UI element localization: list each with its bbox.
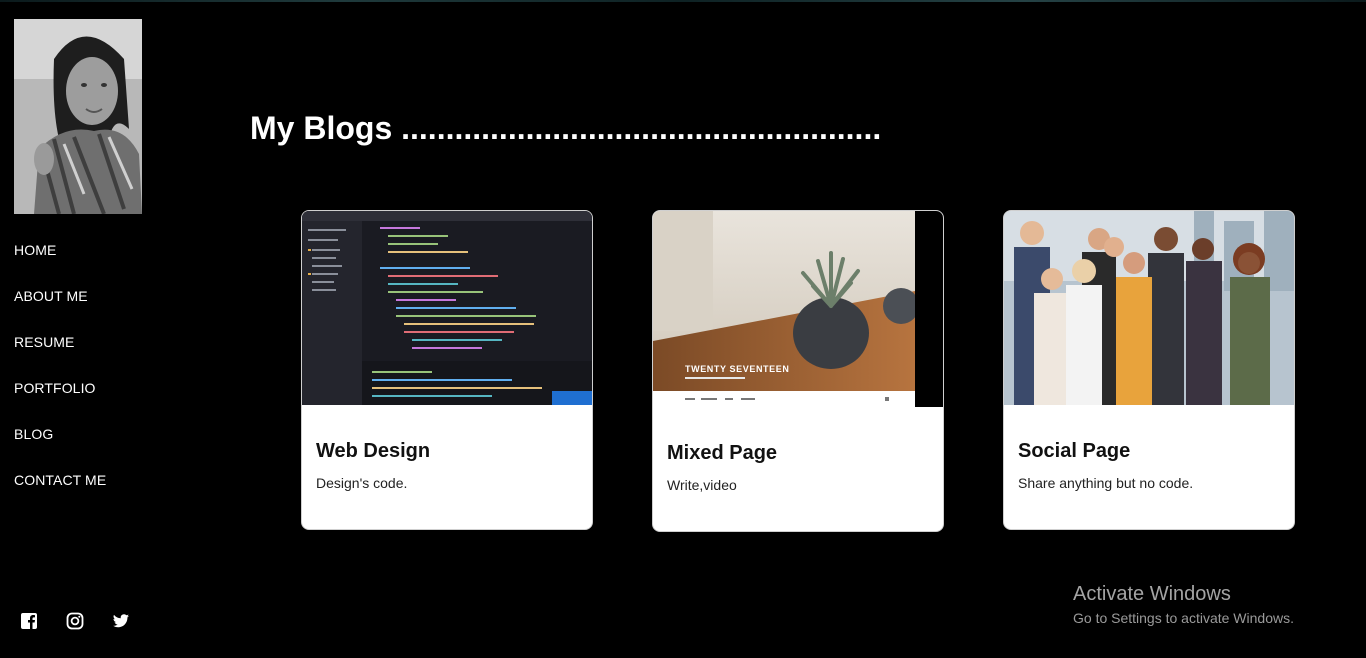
- card-title: Social Page: [1018, 440, 1131, 462]
- page-title-text: My Blogs: [250, 110, 393, 146]
- profile-avatar: [14, 19, 142, 214]
- card-title: Web Design: [316, 440, 431, 462]
- top-border: [0, 0, 1366, 2]
- card-description: Write,video: [667, 477, 737, 493]
- nav-label-portfolio[interactable]: PORTFOLIO: [14, 380, 96, 396]
- code-editor-image: [302, 211, 592, 405]
- main-nav: HOME ABOUT ME RESUME PORTFOLIO BLOG CONT…: [14, 240, 106, 516]
- nav-label-home[interactable]: HOME: [14, 242, 56, 258]
- nav-label-contact[interactable]: CONTACT ME: [14, 472, 106, 488]
- card-title: Mixed Page: [667, 442, 778, 464]
- card-description: Share anything but no code.: [1018, 475, 1194, 491]
- instagram-icon[interactable]: [66, 612, 84, 630]
- blog-card-web-design[interactable]: Web Design Design's code.: [301, 210, 593, 530]
- sidebar: HOME ABOUT ME RESUME PORTFOLIO BLOG CONT…: [0, 0, 200, 658]
- nav-item-contact[interactable]: CONTACT ME: [14, 470, 106, 516]
- watermark-title: Activate Windows: [1073, 583, 1231, 605]
- blog-card-mixed-page[interactable]: TWENTY SEVENTEEN Mixed Page Write,video: [652, 210, 944, 532]
- card-description: Design's code.: [316, 475, 408, 491]
- nav-item-portfolio[interactable]: PORTFOLIO: [14, 378, 106, 424]
- nav-item-home[interactable]: HOME: [14, 240, 106, 286]
- social-links: [20, 612, 130, 630]
- nav-label-blog[interactable]: BLOG: [14, 426, 53, 442]
- nav-item-about[interactable]: ABOUT ME: [14, 286, 106, 332]
- theme-caption: TWENTY SEVENTEEN: [685, 364, 789, 374]
- nav-item-resume[interactable]: RESUME: [14, 332, 106, 378]
- windows-activation-watermark: Activate Windows Go to Settings to activ…: [1073, 583, 1294, 626]
- blog-card-social-page[interactable]: Social Page Share anything but no code.: [1003, 210, 1295, 530]
- twitter-icon[interactable]: [112, 612, 130, 630]
- watermark-subtitle: Go to Settings to activate Windows.: [1073, 610, 1294, 626]
- nav-label-about[interactable]: ABOUT ME: [14, 288, 88, 304]
- facebook-icon[interactable]: [20, 612, 38, 630]
- page-title: My Blogs ...............................…: [250, 110, 881, 147]
- nav-label-resume[interactable]: RESUME: [14, 334, 75, 350]
- theme-preview-image: TWENTY SEVENTEEN: [653, 211, 943, 407]
- group-photo-image: [1004, 211, 1294, 405]
- nav-item-blog[interactable]: BLOG: [14, 424, 106, 470]
- page-title-dots: ........................................…: [401, 110, 882, 146]
